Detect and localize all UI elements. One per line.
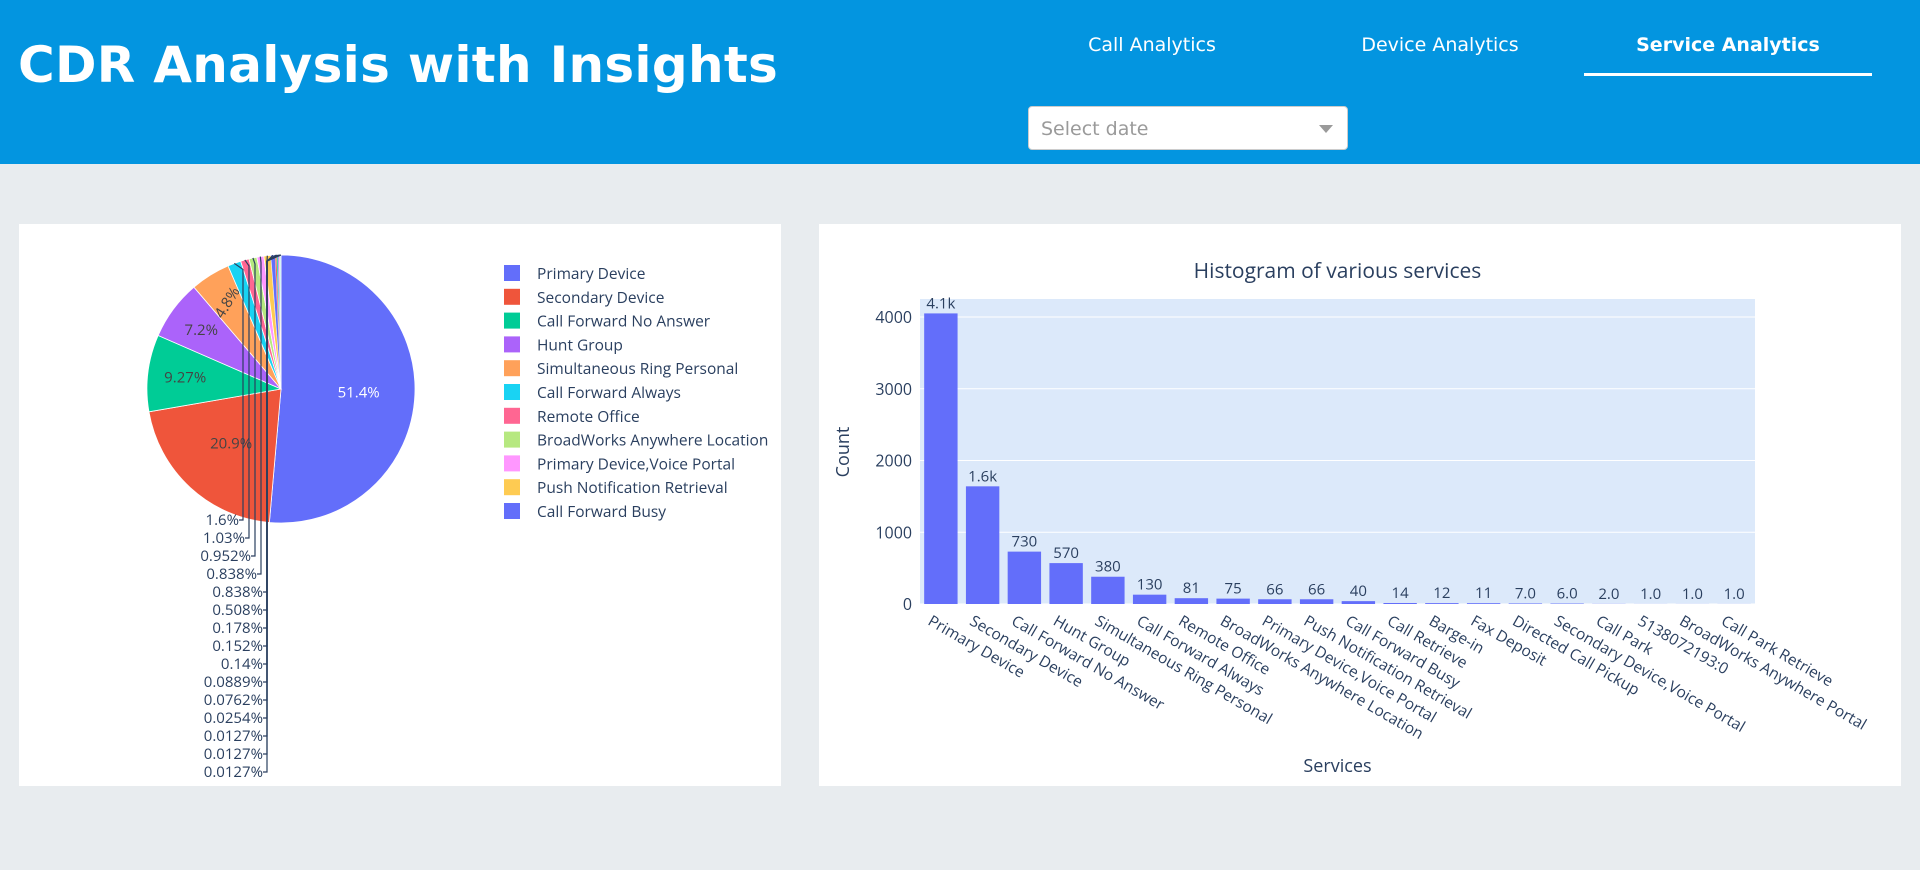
- pie-slice-label: 0.952%: [200, 546, 251, 566]
- analytics-tabs: Call Analytics Device Analytics Service …: [1008, 20, 1872, 76]
- legend-swatch-primary-device-voice-portal[interactable]: [504, 455, 520, 472]
- legend-swatch-call-forward-always[interactable]: [504, 384, 520, 400]
- bar-value-label: 6.0: [1557, 584, 1578, 604]
- y-tick-label: 2000: [875, 450, 912, 472]
- legend-item-primary-device[interactable]: Primary Device: [537, 262, 645, 284]
- chevron-down-icon[interactable]: [1319, 125, 1333, 133]
- legend-swatch-call-forward-no-answer[interactable]: [504, 312, 520, 329]
- pie-slice-label: 0.0127%: [204, 762, 263, 782]
- pie-slice-label: 0.0127%: [204, 726, 263, 746]
- bar-value-label: 1.0: [1682, 584, 1703, 604]
- legend-swatch-broadworks-anywhere-location[interactable]: [504, 431, 520, 448]
- bar-call-forward-always[interactable]: [1132, 594, 1167, 604]
- legend-item-simultaneous-ring-personal[interactable]: Simultaneous Ring Personal: [537, 357, 738, 379]
- bar-hunt-group[interactable]: [1049, 563, 1083, 604]
- pie-slice-label: 0.838%: [206, 564, 257, 584]
- tab-device-analytics[interactable]: Device Analytics: [1296, 20, 1584, 76]
- page-title: CDR Analysis with Insights: [18, 36, 779, 94]
- bar-value-label: 130: [1137, 575, 1163, 595]
- plot-area: [920, 299, 1755, 604]
- legend-swatch-push-notification-retrieval[interactable]: [504, 479, 520, 496]
- legend-swatch-primary-device[interactable]: [504, 265, 520, 281]
- pie-slice-label: 0.14%: [221, 654, 263, 674]
- bar-value-label: 11: [1475, 583, 1492, 603]
- bar-call-forward-busy[interactable]: [1341, 601, 1376, 604]
- bar-value-label: 81: [1183, 578, 1200, 598]
- legend-item-broadworks-anywhere-location[interactable]: BroadWorks Anywhere Location: [537, 429, 768, 451]
- pie-slice-label: 20.9%: [210, 433, 252, 453]
- y-tick-label: 3000: [875, 378, 912, 400]
- bar-push-notification-retrieval[interactable]: [1299, 599, 1334, 604]
- legend-item-hunt-group[interactable]: Hunt Group: [537, 333, 623, 355]
- y-tick-label: 1000: [875, 521, 912, 543]
- tab-call-analytics[interactable]: Call Analytics: [1008, 20, 1296, 76]
- bar-value-label: 1.0: [1724, 584, 1745, 604]
- pie-slice-label: 1.6%: [206, 510, 240, 530]
- bar-value-label: 570: [1053, 543, 1079, 563]
- pie-slice-label: 0.0254%: [204, 708, 263, 728]
- bar-value-label: 7.0: [1515, 583, 1536, 603]
- pie-slice-label: 0.508%: [212, 600, 263, 620]
- pie-slice-label: 51.4%: [338, 382, 380, 402]
- y-tick-label: 4000: [875, 306, 912, 328]
- bar-remote-office[interactable]: [1174, 598, 1209, 604]
- bar-value-label: 75: [1225, 579, 1242, 599]
- pie-slice-label: 1.03%: [203, 528, 245, 548]
- bar-call-forward-no-answer[interactable]: [1007, 551, 1042, 604]
- pie-slice-label: 9.27%: [164, 367, 206, 387]
- bar-secondary-device[interactable]: [965, 486, 1000, 604]
- bar-value-label: 66: [1266, 579, 1283, 599]
- bar-barge-in[interactable]: [1425, 603, 1459, 604]
- legend-item-remote-office[interactable]: Remote Office: [537, 405, 640, 427]
- bar-value-label: 1.0: [1640, 584, 1661, 604]
- legend-swatch-hunt-group[interactable]: [504, 336, 520, 353]
- x-axis-title: Services: [1303, 754, 1371, 778]
- y-axis-title: Count: [831, 427, 855, 478]
- bar-primary-device[interactable]: [924, 313, 958, 604]
- bar-value-label: 730: [1012, 532, 1038, 552]
- bar-value-label: 14: [1392, 583, 1410, 603]
- pie-chart-card: 51.4% 20.9% 9.27% 7.2% 4.8% 1.6% 1.03% 0.952% 0.…: [19, 224, 781, 786]
- legend-item-call-forward-busy[interactable]: Call Forward Busy: [537, 500, 666, 522]
- legend-item-push-notification-retrieval[interactable]: Push Notification Retrieval: [537, 476, 728, 498]
- tab-service-analytics[interactable]: Service Analytics: [1584, 20, 1872, 76]
- bar-broadworks-anywhere-location[interactable]: [1216, 598, 1250, 604]
- bar-value-label: 4.1k: [926, 293, 955, 313]
- y-tick-label: 0: [903, 593, 912, 615]
- legend-item-call-forward-no-answer[interactable]: Call Forward No Answer: [537, 310, 711, 332]
- date-select-placeholder: Select date: [1041, 118, 1149, 140]
- pie-slice-label: 0.152%: [212, 636, 263, 656]
- legend-item-secondary-device[interactable]: Secondary Device: [537, 286, 664, 308]
- bar-value-label: 2.0: [1598, 584, 1619, 604]
- chart-title: Histogram of various services: [1194, 257, 1482, 285]
- pie-slice-label: 0.178%: [212, 618, 263, 638]
- pie-slice-label: 0.838%: [212, 582, 263, 602]
- app-header: CDR Analysis with Insights Call Analytic…: [0, 0, 1920, 164]
- bar-directed-call-pickup[interactable]: [1508, 603, 1543, 604]
- legend-swatch-remote-office[interactable]: [504, 407, 520, 424]
- pie-slice-label: 0.0127%: [204, 744, 263, 764]
- bar-value-label: 40: [1350, 581, 1367, 601]
- services-pie-chart: 51.4%20.9%9.27%7.2%4.8%1.6%1.03%0.952%0.…: [146, 254, 768, 782]
- legend-swatch-simultaneous-ring-personal[interactable]: [504, 360, 520, 377]
- bar-call-retrieve[interactable]: [1383, 602, 1417, 604]
- pie-slice-label: 0.0889%: [204, 672, 263, 692]
- services-histogram-chart: 010002000300040004.1kPrimary Device1.6kS…: [831, 257, 1871, 778]
- bar-value-label: 1.6k: [968, 466, 997, 486]
- pie-slice-label: 0.0762%: [204, 690, 263, 710]
- legend-item-primary-device-voice-portal[interactable]: Primary Device,Voice Portal: [537, 452, 735, 474]
- histogram-card: 0 1000 2000 3000 4000 4.1k Primary Device 1.6k S…: [819, 224, 1901, 786]
- date-select[interactable]: Select date: [1028, 106, 1348, 150]
- bar-primary-device-voice-portal[interactable]: [1258, 599, 1292, 604]
- pie-slice-label: 7.2%: [185, 320, 219, 340]
- bar-simultaneous-ring-personal[interactable]: [1091, 576, 1125, 604]
- bar-value-label: 380: [1095, 557, 1121, 577]
- bar-fax-deposit[interactable]: [1466, 603, 1501, 604]
- bar-value-label: 12: [1433, 583, 1450, 603]
- bar-value-label: 66: [1308, 579, 1325, 599]
- legend-swatch-call-forward-busy[interactable]: [504, 503, 520, 519]
- legend-swatch-secondary-device[interactable]: [504, 288, 520, 305]
- legend-item-call-forward-always[interactable]: Call Forward Always: [537, 381, 681, 403]
